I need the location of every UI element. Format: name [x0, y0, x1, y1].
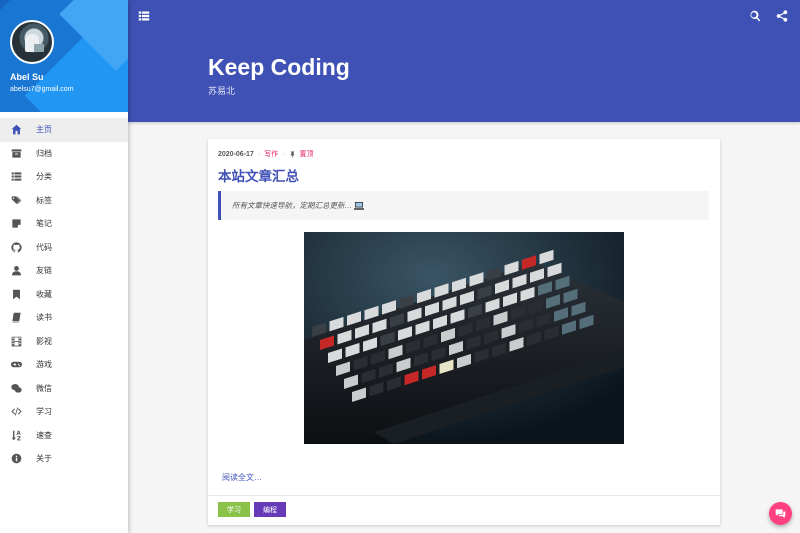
bookmark-icon [10, 288, 22, 300]
home-icon [10, 124, 22, 136]
sidebar-item-wechat[interactable]: 微信 [0, 377, 128, 401]
sidebar-item-label: 收藏 [36, 289, 52, 299]
sidebar-item-code[interactable]: 代码 [0, 236, 128, 260]
sidebar-item-label: 分类 [36, 172, 52, 182]
gamepad-icon [10, 359, 22, 371]
post-meta: 2020-06-17 · 写作 · 置顶 [218, 149, 314, 159]
sidebar-item-movies[interactable]: 影视 [0, 330, 128, 354]
share-icon[interactable] [776, 9, 788, 22]
film-icon [10, 335, 22, 347]
sort-alpha-icon [10, 429, 22, 441]
sidebar-item-label: 笔记 [36, 219, 52, 229]
tag-programming[interactable]: 编程 [254, 502, 286, 517]
sidebar-item-about[interactable]: 关于 [0, 447, 128, 471]
wechat-icon [10, 382, 22, 394]
excerpt-text: 所有文章快速导航，定期汇总更新… [232, 201, 352, 210]
sidebar-item-home[interactable]: 主页 [0, 118, 128, 142]
sidebar-item-games[interactable]: 游戏 [0, 353, 128, 377]
sidebar-item-learning[interactable]: 学习 [0, 400, 128, 424]
sidebar-item-notes[interactable]: 笔记 [0, 212, 128, 236]
card-divider [208, 495, 720, 496]
pinned-label: 置顶 [299, 151, 314, 158]
sidebar-item-label: 归档 [36, 148, 52, 158]
sidebar-item-friends[interactable]: 友链 [0, 259, 128, 283]
sidebar-item-label: 关于 [36, 454, 52, 464]
profile-email: abelsu7@gmail.com [10, 86, 74, 93]
sidebar-item-label: 游戏 [36, 360, 52, 370]
sidebar-item-label: 主页 [36, 125, 52, 135]
info-icon [10, 453, 22, 465]
sidebar-item-label: 友链 [36, 266, 52, 276]
post-excerpt: 所有文章快速导航，定期汇总更新… [218, 191, 709, 220]
sidebar-item-favorites[interactable]: 收藏 [0, 283, 128, 307]
menu-icon[interactable] [138, 9, 150, 21]
sidebar-item-label: 读书 [36, 313, 52, 323]
avatar[interactable] [10, 20, 54, 64]
sidebar-nav: 主页 归档 分类 标签 笔记 代码 友链 收藏 读书 影视 游戏 微信 学习 速… [0, 112, 128, 471]
profile-name: Abel Su [10, 72, 44, 82]
site-title: Keep Coding [208, 54, 350, 80]
github-icon [10, 241, 22, 253]
book-icon [10, 312, 22, 324]
pin-icon [289, 150, 296, 158]
list-icon [10, 171, 22, 183]
post-date: 2020-06-17 [218, 150, 254, 158]
chat-fab-button[interactable] [769, 502, 792, 525]
post-thumbnail[interactable] [304, 232, 624, 444]
sidebar-item-label: 学习 [36, 407, 52, 417]
note-icon [10, 218, 22, 230]
laptop-icon [354, 201, 364, 210]
sidebar-item-label: 代码 [36, 242, 52, 252]
sidebar-item-label: 标签 [36, 195, 52, 205]
sidebar-item-label: 速查 [36, 430, 52, 440]
sidebar-item-label: 微信 [36, 383, 52, 393]
sidebar-item-categories[interactable]: 分类 [0, 165, 128, 189]
post-card: 2020-06-17 · 写作 · 置顶 本站文章汇总 所有文章快速导航，定期汇… [208, 139, 720, 525]
tag-learning[interactable]: 学习 [218, 502, 250, 517]
site-subtitle: 苏易北 [208, 86, 236, 96]
read-more-link[interactable]: 阅读全文… [222, 472, 262, 483]
sidebar-item-archive[interactable]: 归档 [0, 142, 128, 166]
code-icon [10, 406, 22, 418]
sidebar: Abel Su abelsu7@gmail.com 主页 归档 分类 标签 笔记… [0, 0, 128, 533]
post-category[interactable]: 写作 [264, 149, 278, 159]
top-header: Keep Coding 苏易北 [128, 0, 800, 122]
profile-header: Abel Su abelsu7@gmail.com [0, 0, 128, 112]
user-icon [10, 265, 22, 277]
post-title[interactable]: 本站文章汇总 [218, 165, 299, 185]
search-icon[interactable] [749, 9, 761, 22]
sidebar-item-cheatsheet[interactable]: 速查 [0, 424, 128, 448]
comments-icon [775, 508, 786, 519]
sidebar-item-reading[interactable]: 读书 [0, 306, 128, 330]
sidebar-item-tags[interactable]: 标签 [0, 189, 128, 213]
sidebar-item-label: 影视 [36, 336, 52, 346]
tags-icon [10, 194, 22, 206]
archive-icon [10, 147, 22, 159]
